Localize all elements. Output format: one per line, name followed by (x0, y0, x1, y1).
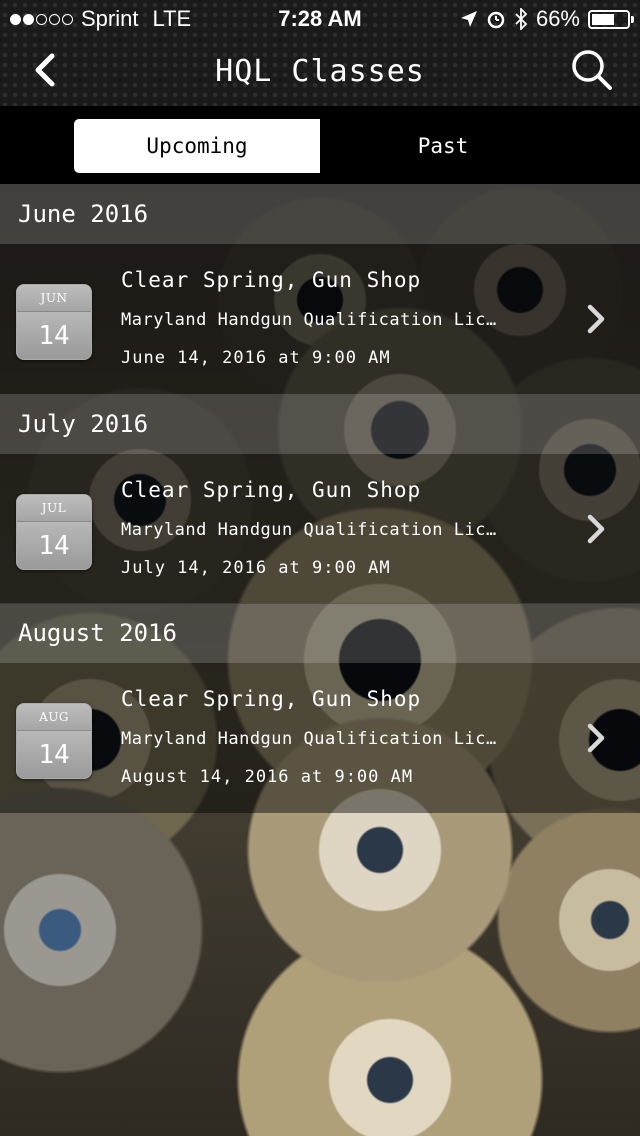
chevron-right-icon (587, 723, 605, 753)
event-title: Clear Spring, Gun Shop (121, 268, 422, 292)
segmented-control: Upcoming Past (0, 106, 640, 184)
section-header: June 2016 (0, 184, 640, 244)
search-icon[interactable] (570, 48, 614, 92)
calendar-icon: JUL 14 (16, 494, 92, 570)
status-bar: Sprint LTE 7:28 AM 66% (0, 0, 640, 36)
location-arrow-icon (460, 11, 477, 27)
section-header: August 2016 (0, 603, 640, 663)
calendar-day: 14 (38, 740, 70, 770)
event-row[interactable]: JUN 14 Clear Spring, Gun Shop Maryland H… (0, 244, 640, 394)
chevron-right-icon (587, 304, 605, 334)
tab-past[interactable]: Past (320, 119, 566, 173)
tab-upcoming[interactable]: Upcoming (74, 119, 320, 173)
page-title: HQL Classes (215, 54, 425, 89)
calendar-month: JUL (17, 495, 91, 522)
event-title: Clear Spring, Gun Shop (121, 687, 422, 711)
alarm-icon (487, 11, 505, 29)
event-subtitle: Maryland Handgun Qualification License (121, 729, 506, 749)
calendar-day: 14 (38, 531, 70, 561)
calendar-month: JUN (17, 285, 91, 312)
chevron-left-icon[interactable] (30, 52, 66, 88)
event-title: Clear Spring, Gun Shop (121, 478, 422, 502)
event-row[interactable]: JUL 14 Clear Spring, Gun Shop Maryland H… (0, 454, 640, 604)
section-header: July 2016 (0, 394, 640, 454)
event-subtitle: Maryland Handgun Qualification License (121, 520, 506, 540)
calendar-icon: JUN 14 (16, 284, 92, 360)
event-date: June 14, 2016 at 9:00 AM (121, 348, 391, 368)
calendar-icon: AUG 14 (16, 703, 92, 779)
event-subtitle: Maryland Handgun Qualification License (121, 310, 506, 330)
event-date: August 14, 2016 at 9:00 AM (121, 767, 414, 787)
chevron-right-icon (587, 514, 605, 544)
calendar-day: 14 (38, 321, 70, 351)
battery-icon (588, 9, 634, 29)
event-date: July 14, 2016 at 9:00 AM (121, 558, 391, 578)
calendar-month: AUG (17, 704, 91, 731)
bluetooth-icon (515, 8, 528, 30)
event-row[interactable]: AUG 14 Clear Spring, Gun Shop Maryland H… (0, 663, 640, 813)
battery-percent: 66% (535, 6, 580, 31)
